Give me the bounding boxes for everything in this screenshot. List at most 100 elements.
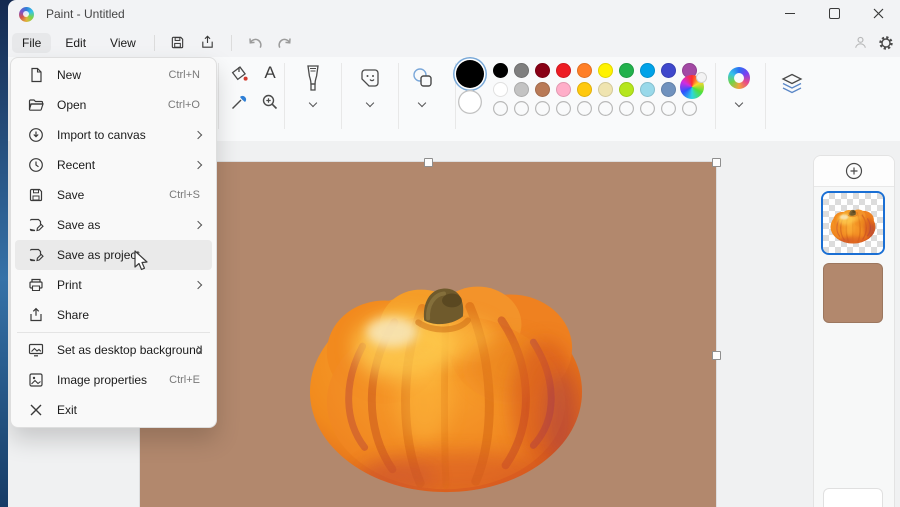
menu-item-label: Share [57,308,89,322]
palette-color[interactable] [535,82,550,97]
share-button[interactable] [193,32,223,54]
menu-edit[interactable]: Edit [55,33,96,53]
palette-empty-slot[interactable] [682,101,697,116]
palette-color[interactable] [598,82,613,97]
brushes-button[interactable] [300,63,326,93]
menu-item-save-as-project[interactable]: Save as project [15,240,212,270]
menu-view[interactable]: View [100,33,146,53]
menu-item-exit[interactable]: Exit [15,395,212,425]
account-icon[interactable] [853,35,868,50]
canvas-resize-handle-top-right[interactable] [712,158,721,167]
window-title: Paint - Untitled [46,7,125,21]
menu-item-import-to-canvas[interactable]: Import to canvas [15,120,212,150]
menu-file[interactable]: File [12,33,51,53]
canvas-resize-handle-top[interactable] [424,158,433,167]
palette-empty-slot[interactable] [661,101,676,116]
palette-color[interactable] [493,63,508,78]
menu-item-label: Print [57,278,82,292]
eyedropper-icon [230,93,248,111]
palette-color[interactable] [661,63,676,78]
secondary-color-swatch[interactable] [458,90,482,114]
palette-color[interactable] [514,63,529,78]
menu-item-share[interactable]: Share [15,300,212,330]
palette-color[interactable] [577,82,592,97]
copilot-chevron-down-icon[interactable] [735,99,743,107]
fill-tool-button[interactable] [227,62,251,86]
settings-gear-icon[interactable] [878,35,894,51]
canvas[interactable] [140,162,716,507]
palette-color[interactable] [598,63,613,78]
palette-empty-slot[interactable] [619,101,634,116]
palette-empty-slot[interactable] [514,101,529,116]
text-tool-icon: A [264,63,275,83]
magnifier-tool-button[interactable] [258,90,282,114]
palette-empty-slot[interactable] [598,101,613,116]
menu-item-shortcut: Ctrl+E [169,374,200,386]
eyedropper-tool-button[interactable] [227,90,251,114]
close-button[interactable] [856,0,900,26]
paint-app-icon [19,7,34,22]
menu-item-label: Exit [57,403,77,417]
copilot-icon [728,67,750,89]
menu-item-open[interactable]: Open Ctrl+O [15,90,212,120]
layer-thumbnail-background[interactable] [823,263,883,323]
desktop-background-icon [27,341,45,359]
palette-color[interactable] [640,63,655,78]
layers-panel [813,155,895,507]
menu-item-set-as-desktop-background[interactable]: Set as desktop background [15,335,212,365]
stickers-button[interactable] [357,65,383,91]
undo-button[interactable] [240,32,270,54]
primary-color-swatch[interactable] [456,60,484,88]
brushes-chevron-down-icon[interactable] [309,99,317,107]
palette-color[interactable] [556,82,571,97]
shapes-button[interactable] [410,65,436,91]
palette-color[interactable] [619,82,634,97]
palette-empty-slot[interactable] [577,101,592,116]
menu-item-label: New [57,68,81,82]
canvas-resize-handle-right[interactable] [712,351,721,360]
divider [154,35,155,51]
redo-button[interactable] [270,32,300,54]
menu-item-label: Recent [57,158,95,172]
palette-color[interactable] [619,63,634,78]
exit-x-icon [27,401,45,419]
menu-item-image-properties[interactable]: Image properties Ctrl+E [15,365,212,395]
palette-color[interactable] [661,82,676,97]
palette-empty-slot[interactable] [556,101,571,116]
palette-empty-slot[interactable] [535,101,550,116]
menu-item-shortcut: Ctrl+N [169,69,200,81]
palette-color[interactable] [556,63,571,78]
palette-color[interactable] [514,82,529,97]
file-menu-dropdown: New Ctrl+N Open Ctrl+O Import to canvas … [10,57,217,428]
print-icon [27,276,45,294]
menu-item-recent[interactable]: Recent [15,150,212,180]
menu-item-new[interactable]: New Ctrl+N [15,60,212,90]
layers-button[interactable] [779,72,805,96]
menu-item-save-as[interactable]: Save as [15,210,212,240]
layer-thumbnail-pumpkin[interactable] [823,193,883,253]
copilot-button[interactable] [727,66,751,90]
menu-item-save[interactable]: Save Ctrl+S [15,180,212,210]
palette-color[interactable] [640,82,655,97]
palette-empty-slot[interactable] [493,101,508,116]
stickers-chevron-down-icon[interactable] [366,99,374,107]
menu-item-print[interactable]: Print [15,270,212,300]
brush-icon [303,64,323,92]
save-button[interactable] [163,32,193,54]
divider [715,63,716,129]
palette-color[interactable] [493,82,508,97]
maximize-button[interactable] [812,0,856,26]
layers-icon [780,73,804,95]
submenu-chevron-icon [194,131,202,139]
text-tool-button[interactable]: A [258,61,282,85]
minimize-button[interactable] [768,0,812,26]
new-document-icon [27,66,45,84]
layer-thumbnail-partial[interactable] [823,488,883,507]
submenu-chevron-icon [194,281,202,289]
palette-color[interactable] [535,63,550,78]
add-layer-button[interactable] [814,156,894,187]
color-wheel-button[interactable] [680,75,704,99]
shapes-chevron-down-icon[interactable] [418,99,426,107]
palette-empty-slot[interactable] [640,101,655,116]
palette-color[interactable] [577,63,592,78]
